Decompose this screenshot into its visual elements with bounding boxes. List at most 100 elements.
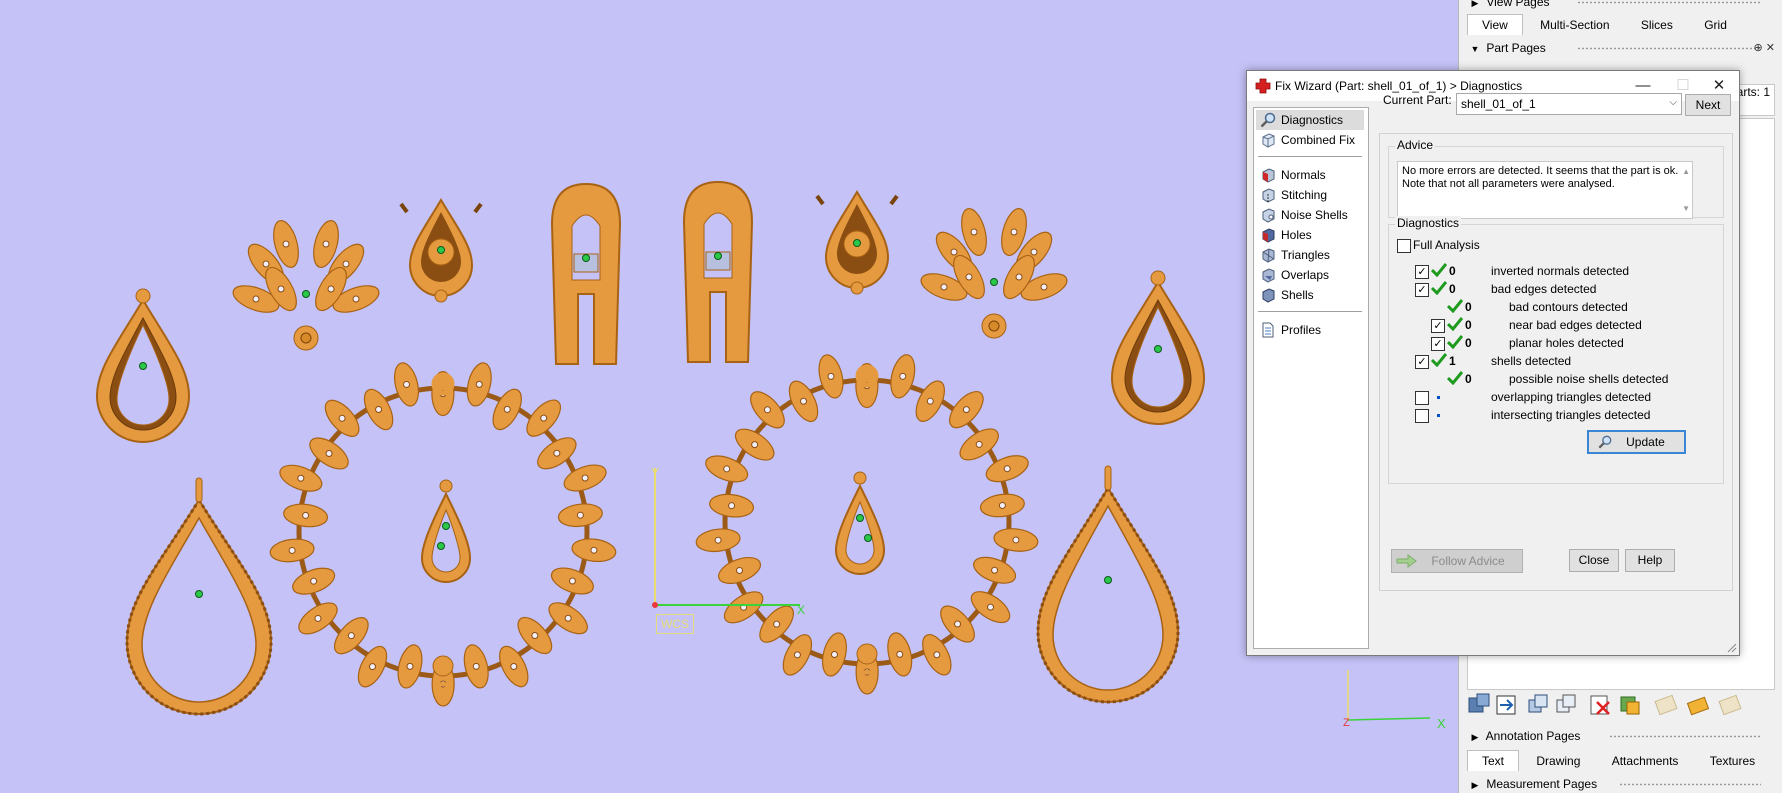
follow-advice-button[interactable]: Follow Advice [1391, 549, 1523, 573]
status-dot-icon [1437, 414, 1440, 417]
diagnostic-count: 0 [1449, 282, 1456, 296]
diagnostic-count: 0 [1449, 264, 1456, 278]
corner-axes[interactable]: ZX [1343, 670, 1446, 731]
help-button[interactable]: Help [1625, 549, 1675, 572]
nav-item-profiles[interactable]: Profiles [1256, 320, 1364, 340]
scroll-down-icon[interactable]: ▼ [1682, 202, 1690, 215]
wcs-label: WCS [656, 614, 694, 634]
nav-item-diagnostics[interactable]: Diagnostics [1256, 110, 1364, 130]
nav-item-shells[interactable]: Shells [1256, 285, 1364, 305]
part-pages-header[interactable]: ▼ Part Pages ⊕ ✕ [1459, 38, 1782, 58]
nav-separator [1258, 156, 1362, 157]
hook-left[interactable] [550, 182, 622, 365]
update-button[interactable]: Update [1587, 430, 1686, 454]
diagnostics-panel: Advice No more errors are detected. It s… [1379, 133, 1733, 591]
current-part-select[interactable]: shell_01_of_1 ⌵ [1456, 93, 1682, 115]
x-axis-label: X [797, 603, 805, 617]
diagnostic-label: bad edges detected [1491, 282, 1597, 296]
wreath-right-inner-pendant[interactable] [834, 471, 886, 575]
nav-item-triangles[interactable]: Triangles [1256, 245, 1364, 265]
diagnostic-row: overlapping triangles detected [1389, 388, 1719, 406]
green-check-icon [1447, 299, 1463, 313]
red-cross-icon [1255, 78, 1271, 94]
tab-drawing[interactable]: Drawing [1522, 751, 1594, 771]
diagnostic-label: overlapping triangles detected [1491, 390, 1652, 404]
full-analysis-checkbox[interactable] [1397, 239, 1411, 253]
advice-text-box[interactable]: No more errors are detected. It seems th… [1397, 161, 1693, 219]
current-part-value: shell_01_of_1 [1461, 97, 1536, 111]
nav-label: Noise Shells [1281, 208, 1348, 222]
part-toolbar-icons[interactable] [1467, 692, 1773, 720]
chevron-down-icon: ⌵ [1669, 97, 1677, 108]
y-axis-label: Y [651, 466, 659, 480]
grip-dots [1577, 47, 1761, 50]
3d-viewport[interactable]: Y X ZX WCS [0, 0, 1460, 793]
current-part-label: Current Part: [1383, 93, 1452, 107]
nav-item-stitching[interactable]: Stitching [1256, 185, 1364, 205]
merge-parts-icon [1620, 696, 1640, 715]
diagnostics-group: Diagnostics Full Analysis ✓ 0 inverted nor… [1388, 216, 1724, 484]
nav-item-noise-shells[interactable]: Noise Shells [1256, 205, 1364, 225]
diagnostic-checkbox[interactable]: ✓ [1431, 319, 1445, 333]
next-button[interactable]: Next [1685, 94, 1731, 116]
leaf-branch-left[interactable] [230, 218, 383, 351]
cube-icon [1262, 133, 1275, 148]
view-pages-header[interactable]: ▶ View Pages [1459, 0, 1782, 12]
measurement-pages-header[interactable]: ▶ Measurement Pages [1459, 774, 1782, 793]
resize-grip-icon[interactable] [1727, 643, 1737, 653]
drop-frame-left[interactable] [95, 288, 191, 443]
status-dot-icon [1437, 396, 1440, 399]
small-drop-left[interactable] [399, 198, 483, 303]
expand-triangle-icon: ▶ [1471, 780, 1479, 790]
shells-icon [1262, 288, 1275, 303]
update-label: Update [1626, 435, 1665, 449]
tab-view[interactable]: View [1467, 14, 1523, 35]
triangles-icon [1262, 248, 1275, 263]
diagnostic-checkbox[interactable]: ✓ [1415, 283, 1429, 297]
nav-item-overlaps[interactable]: Overlaps [1256, 265, 1364, 285]
close-button[interactable]: Close [1569, 549, 1619, 572]
tab-textures[interactable]: Textures [1696, 751, 1769, 771]
annotation-pages-header[interactable]: ▶ Annotation Pages [1459, 726, 1782, 746]
drop-frame-right[interactable] [1110, 270, 1206, 425]
diagnostic-label: intersecting triangles detected [1491, 408, 1651, 422]
tab-slices[interactable]: Slices [1627, 15, 1687, 35]
tab-multi-section[interactable]: Multi-Section [1526, 15, 1623, 35]
small-drop-right[interactable] [815, 190, 899, 295]
wreath-left-inner-pendant[interactable] [420, 479, 472, 583]
grip-dots [1609, 735, 1761, 738]
annotation-tabs: Text Drawing Attachments Textures [1467, 750, 1769, 772]
tab-grid[interactable]: Grid [1690, 15, 1741, 35]
pattern-drop-left[interactable] [125, 477, 273, 716]
diagnostic-checkbox[interactable]: ✓ [1431, 337, 1445, 351]
diagnostic-checkbox[interactable] [1415, 391, 1429, 405]
delete-part-icon [1590, 695, 1610, 715]
diagnostic-row: 0 possible noise shells detected [1389, 370, 1719, 388]
nav-label: Shells [1281, 288, 1314, 302]
tab-attachments[interactable]: Attachments [1598, 751, 1693, 771]
nav-label: Overlaps [1281, 268, 1330, 282]
view-tabs: View Multi-Section Slices Grid [1467, 14, 1741, 36]
diagnostic-row: ✓ 0 near bad edges detected [1389, 316, 1719, 334]
nav-item-combined-fix[interactable]: Combined Fix [1256, 130, 1364, 150]
dock-icons[interactable]: ⊕ ✕ [1754, 38, 1776, 58]
nav-item-holes[interactable]: Holes [1256, 225, 1364, 245]
magnifier-icon [1260, 112, 1276, 128]
diagnostic-checkbox[interactable] [1415, 409, 1429, 423]
tab-text[interactable]: Text [1467, 750, 1520, 771]
green-check-icon [1431, 263, 1447, 277]
leaf-branch-right[interactable] [918, 206, 1071, 339]
diagnostic-label: possible noise shells detected [1509, 372, 1669, 386]
hook-right[interactable] [682, 180, 754, 363]
diagnostic-checkbox[interactable]: ✓ [1415, 265, 1429, 279]
jewelry-parts-scene[interactable]: Y X Z X [0, 0, 1460, 793]
diagnostic-checkbox[interactable]: ✓ [1415, 355, 1429, 369]
pattern-drop-right[interactable] [1036, 465, 1180, 704]
duplicate-icon [1556, 694, 1576, 713]
full-analysis-label: Full Analysis [1413, 238, 1480, 252]
nav-item-normals[interactable]: Normals [1256, 165, 1364, 185]
scroll-up-icon[interactable]: ▲ [1682, 165, 1690, 178]
measurement-pages-label: Measurement Pages [1486, 777, 1598, 791]
diagnostic-row: ✓ 0 inverted normals detected [1389, 262, 1719, 280]
diagnostic-row: intersecting triangles detected [1389, 406, 1719, 424]
